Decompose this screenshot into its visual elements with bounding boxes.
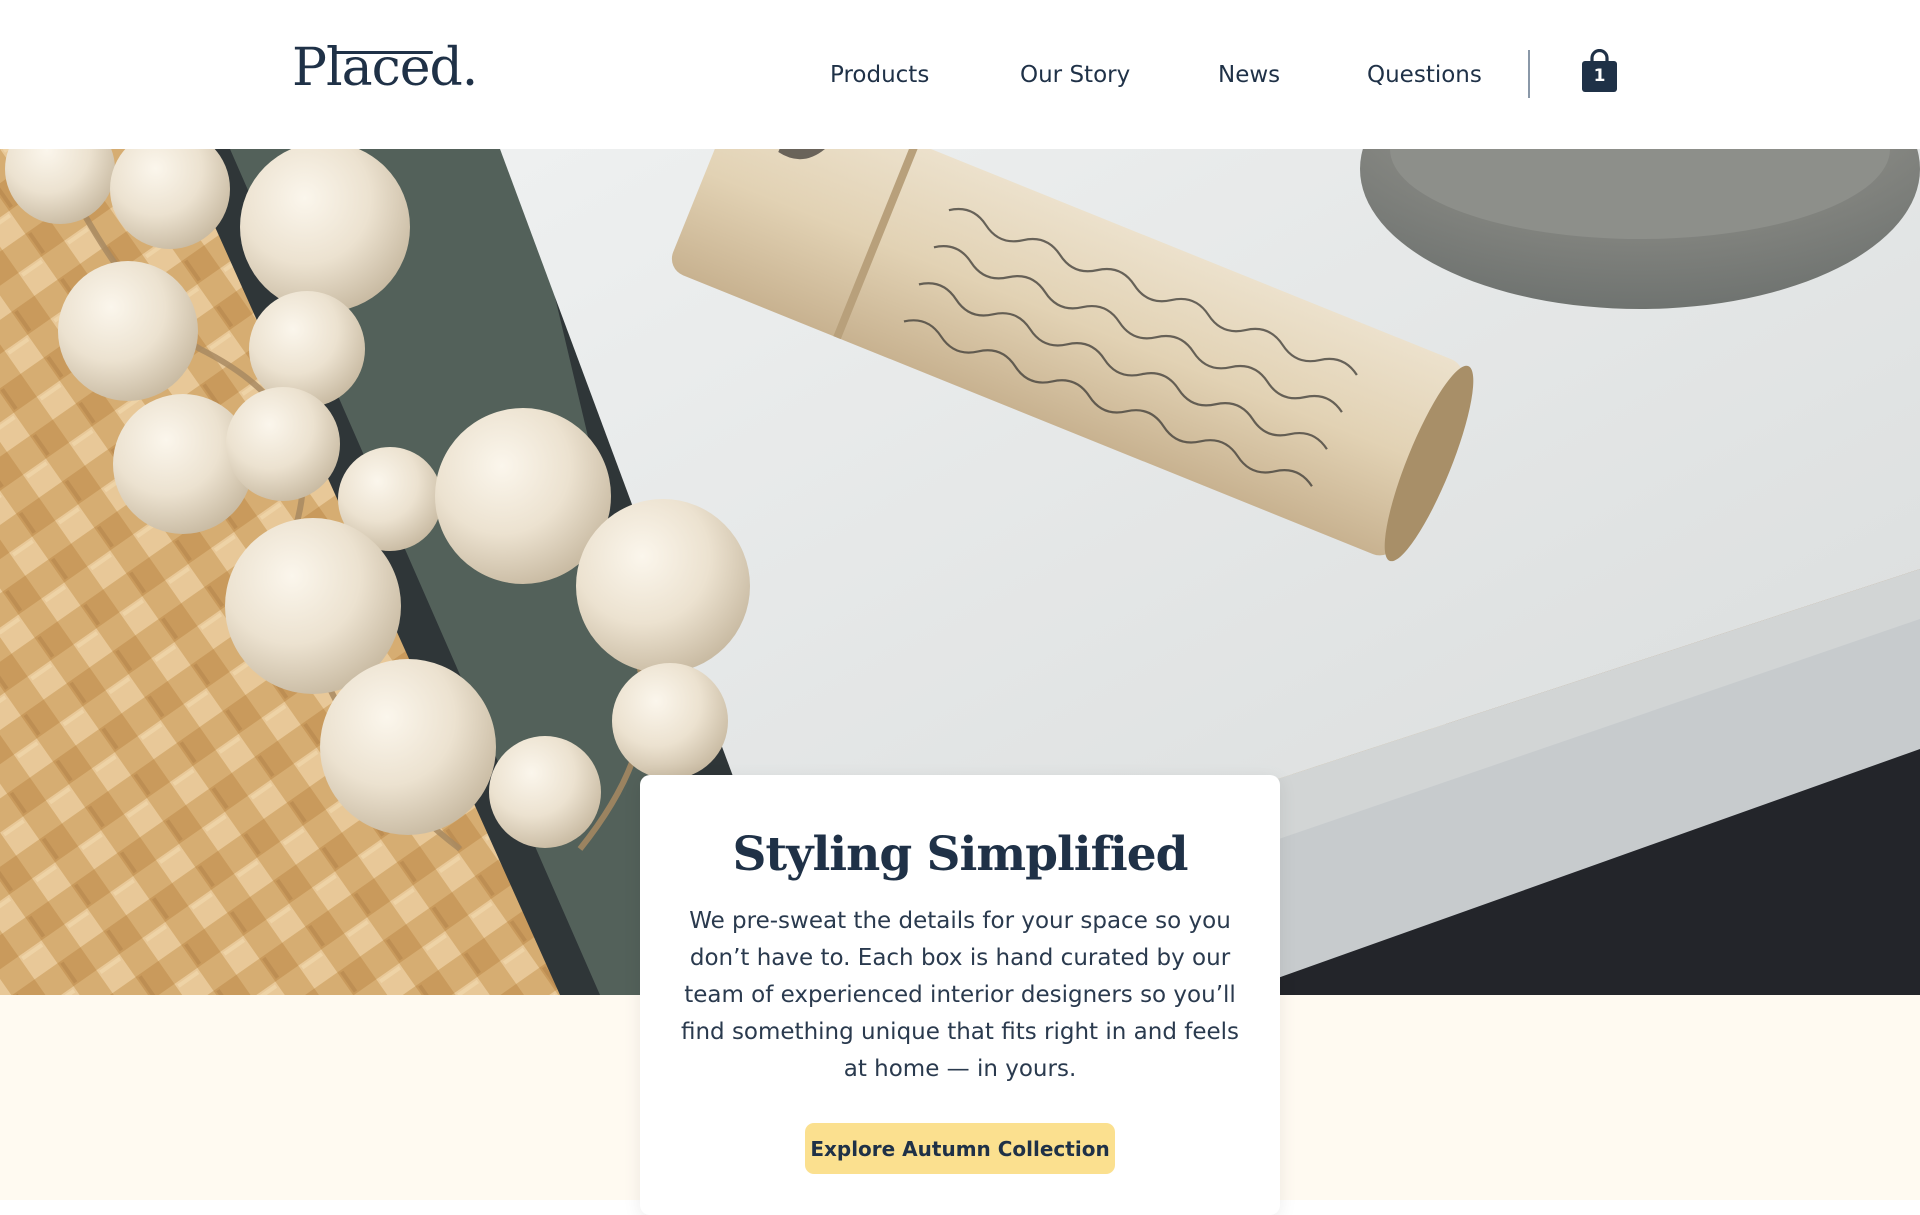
explore-autumn-collection-button[interactable]: Explore Autumn Collection: [805, 1123, 1115, 1174]
logo-accent-bar: [333, 51, 433, 54]
hero-card: Styling Simplified We pre-sweat the deta…: [640, 775, 1280, 1215]
main-nav: Products Our Story News Questions: [0, 58, 1920, 92]
cart-button[interactable]: 1: [1581, 49, 1618, 93]
nav-link-our-story[interactable]: Our Story: [1020, 58, 1130, 92]
nav-link-news[interactable]: News: [1218, 58, 1280, 92]
site-header: Placed. Products Our Story News Question…: [0, 0, 1920, 149]
hero-title: Styling Simplified: [732, 827, 1188, 882]
hero-description: We pre-sweat the details for your space …: [680, 908, 1240, 1082]
nav-link-questions[interactable]: Questions: [1367, 58, 1482, 92]
nav-divider: [1528, 50, 1530, 98]
nav-link-products[interactable]: Products: [830, 58, 929, 92]
cart-count-badge: 1: [1593, 66, 1606, 86]
